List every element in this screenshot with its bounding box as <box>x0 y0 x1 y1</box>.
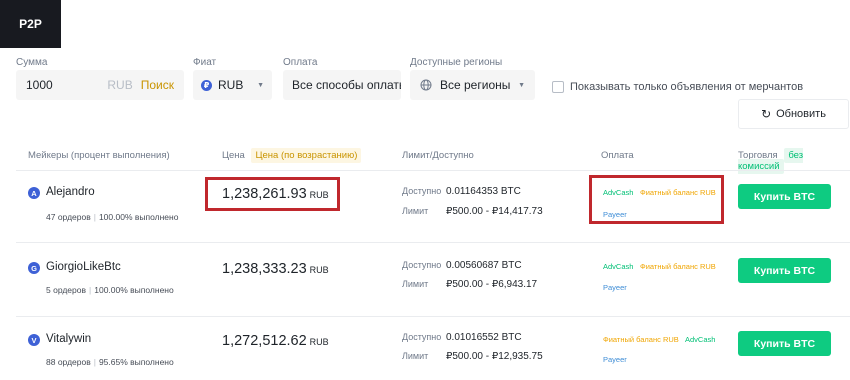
refresh-label: Обновить <box>776 108 826 120</box>
merchant-stats: 47 ордеров | 100.00% выполнено <box>46 212 179 222</box>
available-label: Доступно <box>402 332 442 342</box>
fiat-select[interactable]: ₽ RUB ▼ <box>193 70 272 100</box>
price-unit: RUB <box>309 265 329 275</box>
orders-count: 5 ордеров <box>46 285 87 295</box>
orders-count: 88 ордеров <box>46 357 91 367</box>
limit-label: Лимит <box>402 351 429 361</box>
price-unit: RUB <box>309 337 329 347</box>
payment-tag: Фиатный баланс RUB <box>640 262 716 271</box>
col-price-label: Цена <box>222 150 245 161</box>
amount-value: 1000 <box>26 78 53 92</box>
col-makers: Мейкеры (процент выполнения) <box>28 150 170 161</box>
avatar: A <box>28 187 40 199</box>
price-highlight-box <box>205 177 340 211</box>
amount-currency: RUB <box>107 78 133 92</box>
col-limit: Лимит/Доступно <box>402 150 474 161</box>
completion-rate: 95.65% выполнено <box>98 357 174 367</box>
payment-tag: Payeer <box>603 283 627 292</box>
chevron-down-icon: ▼ <box>518 81 525 89</box>
fiat-value: RUB <box>218 78 244 92</box>
tab-p2p[interactable]: P2P <box>0 0 61 48</box>
divider <box>16 316 850 317</box>
available-label: Доступно <box>402 260 442 270</box>
avatar: G <box>28 262 40 274</box>
merchant-stats: 88 ордеров | 95.65% выполнено <box>46 357 174 367</box>
refresh-icon: ↻ <box>761 107 772 121</box>
regions-label: Доступные регионы <box>410 57 503 68</box>
limit-value: ₽500.00 - ₽14,417.73 <box>446 206 543 217</box>
payment-tag: Фиатный баланс RUB <box>603 335 679 344</box>
buy-btc-button[interactable]: Купить BTC <box>738 258 831 283</box>
payment-tag: AdvCash <box>685 335 716 344</box>
price: 1,272,512.62 RUB <box>222 333 329 349</box>
price-value: 1,272,512.62 <box>222 333 307 349</box>
merchant-checkbox[interactable] <box>552 81 564 93</box>
merchant-name[interactable]: Vitalywin <box>46 333 91 345</box>
avatar: V <box>28 334 40 346</box>
payment-tag: Payeer <box>603 355 627 364</box>
col-price: Цена Цена (по возрастанию) <box>222 148 362 163</box>
limit: Лимит ₽500.00 - ₽12,935.75 <box>402 351 543 362</box>
col-payment: Оплата <box>601 150 634 161</box>
limit: Лимит ₽500.00 - ₽14,417.73 <box>402 206 543 217</box>
region-select[interactable]: Все регионы ▼ <box>410 70 535 100</box>
available-label: Доступно <box>402 186 442 196</box>
limit-value: ₽500.00 - ₽12,935.75 <box>446 351 543 362</box>
amount-label: Сумма <box>16 57 48 68</box>
limit-label: Лимит <box>402 279 429 289</box>
merchant-only-label: Показывать только объявления от мерчанто… <box>570 81 804 93</box>
available: Доступно 0.01016552 BTC <box>402 332 522 343</box>
available: Доступно 0.00560687 BTC <box>402 260 522 271</box>
payment-label: Оплата <box>283 57 318 68</box>
ruble-coin-icon: ₽ <box>201 79 212 91</box>
completion-rate: 100.00% выполнено <box>94 285 174 295</box>
price-sort-badge[interactable]: Цена (по возрастанию) <box>251 148 362 163</box>
completion-rate: 100.00% выполнено <box>98 212 179 222</box>
merchant-name[interactable]: Alejandro <box>46 186 95 198</box>
amount-input[interactable]: 1000 RUB Поиск <box>16 70 184 100</box>
merchant-name[interactable]: GiorgioLikeBtc <box>46 261 121 273</box>
payment-highlight-box <box>589 175 724 224</box>
price-value: 1,238,333.23 <box>222 261 307 277</box>
limit-value: ₽500.00 - ₽6,943.17 <box>446 279 538 290</box>
divider <box>16 170 850 171</box>
refresh-button[interactable]: ↻ Обновить <box>738 99 849 129</box>
orders-count: 47 ордеров <box>46 212 91 222</box>
globe-icon <box>420 79 432 91</box>
price: 1,238,333.23 RUB <box>222 261 329 277</box>
merchant-only-toggle[interactable]: Показывать только объявления от мерчанто… <box>552 81 803 93</box>
available-value: 0.00560687 BTC <box>446 260 522 271</box>
col-trade: Торговля без комиссий <box>738 148 850 174</box>
chevron-down-icon: ▼ <box>257 81 264 89</box>
buy-btc-button[interactable]: Купить BTC <box>738 184 831 209</box>
search-button[interactable]: Поиск <box>141 78 174 92</box>
merchant-stats: 5 ордеров | 100.00% выполнено <box>46 285 174 295</box>
payment-tag: AdvCash <box>603 262 634 271</box>
available: Доступно 0.01164353 BTC <box>402 186 521 197</box>
limit-label: Лимит <box>402 206 429 216</box>
buy-btc-button[interactable]: Купить BTC <box>738 331 831 356</box>
limit: Лимит ₽500.00 - ₽6,943.17 <box>402 279 537 290</box>
available-value: 0.01164353 BTC <box>446 186 521 197</box>
available-value: 0.01016552 BTC <box>446 332 522 343</box>
fiat-label: Фиат <box>193 57 217 68</box>
payment-select[interactable]: Все способы оплаты <box>283 70 401 100</box>
region-value: Все регионы <box>440 78 511 92</box>
payment-value: Все способы оплаты <box>292 78 401 92</box>
divider <box>16 242 850 243</box>
